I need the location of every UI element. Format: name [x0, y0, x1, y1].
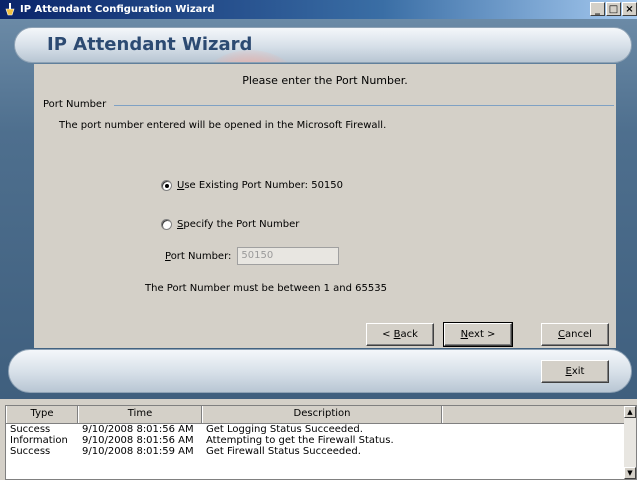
log-column-description[interactable]: Description — [202, 406, 442, 423]
log-description: Get Firewall Status Succeeded. — [206, 446, 361, 457]
log-scrollbar[interactable]: ▲ ▼ — [624, 406, 636, 479]
specify-port-label: Specify the Port Number — [177, 219, 300, 230]
log-type: Success — [10, 446, 51, 457]
log-header: Type Time Description — [6, 406, 636, 424]
group-description: The port number entered will be opened i… — [59, 120, 387, 131]
log-row[interactable]: Information 9/10/2008 8:01:56 AM Attempt… — [6, 435, 636, 446]
log-type: Success — [10, 424, 51, 435]
log-type: Information — [10, 435, 68, 446]
use-existing-port-option[interactable]: Use Existing Port Number: 50150 — [161, 180, 343, 191]
exit-button[interactable]: Exit — [541, 360, 609, 383]
log-time: 9/10/2008 8:01:56 AM — [82, 424, 194, 435]
port-number-field: Port Number: 50150 — [165, 247, 340, 265]
app-icon — [5, 3, 15, 16]
window-title: IP Attendant Configuration Wizard — [20, 4, 215, 15]
log-time: 9/10/2008 8:01:56 AM — [82, 435, 194, 446]
log-description: Get Logging Status Succeeded. — [206, 424, 363, 435]
wizard-frame: IP Attendant Wizard Please enter the Por… — [0, 19, 637, 399]
restore-button[interactable]: □ — [606, 2, 621, 16]
wizard-footer: Exit — [8, 349, 632, 393]
specify-port-radio[interactable] — [161, 219, 172, 230]
close-button[interactable]: × — [622, 2, 637, 16]
title-bar: IP Attendant Configuration Wizard _ □ × — [0, 0, 637, 19]
log-column-type[interactable]: Type — [6, 406, 78, 423]
minimize-button[interactable]: _ — [590, 2, 605, 16]
wizard-header: IP Attendant Wizard — [14, 27, 632, 63]
port-number-input[interactable]: 50150 — [237, 247, 340, 265]
specify-port-option[interactable]: Specify the Port Number — [161, 219, 299, 230]
next-button[interactable]: Next > — [443, 322, 513, 347]
page-prompt: Please enter the Port Number. — [242, 74, 408, 87]
log-row[interactable]: Success 9/10/2008 8:01:56 AM Get Logging… — [6, 424, 636, 435]
log-column-extra[interactable] — [442, 406, 625, 423]
use-existing-port-radio[interactable] — [161, 180, 172, 191]
wizard-title: IP Attendant Wizard — [47, 34, 253, 55]
group-divider — [114, 105, 614, 106]
back-button[interactable]: < Back — [366, 323, 434, 346]
port-number-group-label: Port Number — [43, 99, 111, 110]
log-description: Attempting to get the Firewall Status. — [206, 435, 394, 446]
port-number-field-label: Port Number: — [165, 250, 232, 262]
use-existing-port-label: Use Existing Port Number: 50150 — [177, 180, 344, 191]
cancel-button[interactable]: Cancel — [541, 323, 609, 346]
scroll-down-arrow-icon[interactable]: ▼ — [624, 467, 636, 479]
wizard-page: Please enter the Port Number. Port Numbe… — [34, 64, 616, 348]
log-row[interactable]: Success 9/10/2008 8:01:59 AM Get Firewal… — [6, 446, 636, 457]
port-range-note: The Port Number must be between 1 and 65… — [145, 283, 387, 294]
log-column-time[interactable]: Time — [78, 406, 202, 423]
scroll-up-arrow-icon[interactable]: ▲ — [624, 406, 636, 418]
activity-log[interactable]: Type Time Description Success 9/10/2008 … — [5, 405, 637, 480]
log-time: 9/10/2008 8:01:59 AM — [82, 446, 194, 457]
